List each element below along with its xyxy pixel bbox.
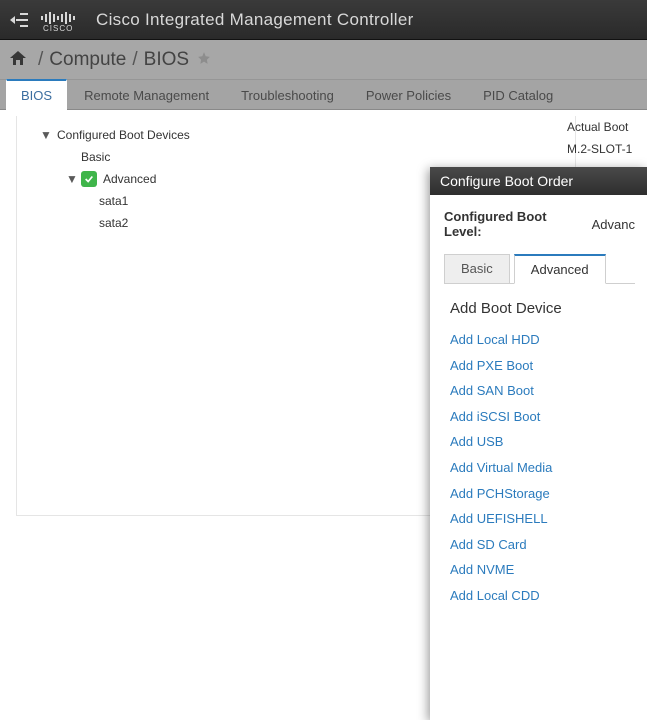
configured-boot-level-row: Configured Boot Level: Advanc [444,209,635,239]
add-boot-device-list: Add Local HDD Add PXE Boot Add SAN Boot … [444,327,635,609]
tree-advanced-label: Advanced [103,172,156,186]
checkmark-icon [81,171,97,187]
tree-basic-label: Basic [81,150,110,164]
product-name: Cisco Integrated Management Controller [96,10,414,30]
add-local-cdd-link[interactable]: Add Local CDD [450,583,635,609]
collapse-icon[interactable]: ▼ [65,172,79,186]
tree-root-label: Configured Boot Devices [57,128,190,142]
tree-item-label: sata1 [99,194,128,208]
modal-title: Configure Boot Order [430,167,647,195]
add-sd-card-link[interactable]: Add SD Card [450,532,635,558]
actual-boot-info: Actual Boot M.2-SLOT-1 [567,116,647,160]
add-pxe-boot-link[interactable]: Add PXE Boot [450,353,635,379]
actual-boot-heading: Actual Boot [567,116,647,138]
configured-boot-level-value: Advanc [592,217,635,232]
tab-bios[interactable]: BIOS [6,79,67,110]
add-usb-link[interactable]: Add USB [450,429,635,455]
actual-boot-item: M.2-SLOT-1 [567,138,647,160]
main-tabs: BIOS Remote Management Troubleshooting P… [0,80,647,110]
add-san-boot-link[interactable]: Add SAN Boot [450,378,635,404]
add-iscsi-boot-link[interactable]: Add iSCSI Boot [450,404,635,430]
highlighted-label: Add SD Card [450,537,527,553]
add-boot-device-heading: Add Boot Device [450,300,635,317]
tree-root-row[interactable]: ▼ Configured Boot Devices [39,124,575,146]
modal-tabs: Basic Advanced [444,253,635,284]
tab-troubleshooting[interactable]: Troubleshooting [226,80,349,110]
add-uefishell-link[interactable]: Add UEFISHELL [450,506,635,532]
configure-boot-order-modal: Configure Boot Order Configured Boot Lev… [430,167,647,720]
add-nvme-link[interactable]: Add NVME [450,557,635,583]
cisco-logo: CISCO [40,8,84,32]
add-virtual-media-link[interactable]: Add Virtual Media [450,455,635,481]
tab-remote-management[interactable]: Remote Management [69,80,224,110]
modal-body: Configured Boot Level: Advanc Basic Adva… [430,195,647,720]
menu-icon[interactable] [10,13,28,27]
tree-basic-row[interactable]: Basic [39,146,575,168]
svg-text:CISCO: CISCO [43,24,73,32]
tab-power-policies[interactable]: Power Policies [351,80,466,110]
tree-item-label: sata2 [99,216,128,230]
add-pchstorage-link[interactable]: Add PCHStorage [450,481,635,507]
configured-boot-level-label: Configured Boot Level: [444,209,582,239]
tab-pid-catalog[interactable]: PID Catalog [468,80,568,110]
add-local-hdd-link[interactable]: Add Local HDD [450,327,635,353]
collapse-icon[interactable]: ▼ [39,128,53,142]
modal-tab-basic[interactable]: Basic [444,254,510,284]
modal-tab-advanced[interactable]: Advanced [514,254,606,284]
top-bar: CISCO Cisco Integrated Management Contro… [0,0,647,40]
